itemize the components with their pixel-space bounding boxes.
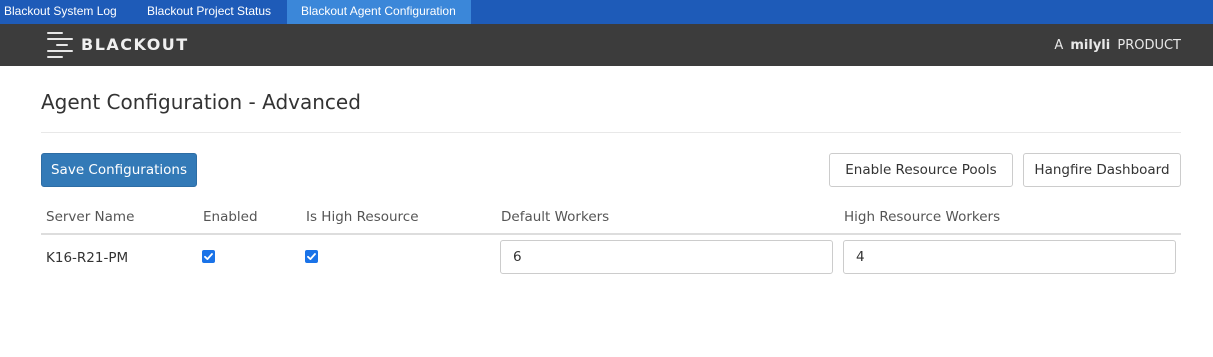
page-title: Agent Configuration - Advanced (41, 90, 361, 114)
header-enabled: Enabled (203, 209, 258, 225)
logo-text: BLACKOUT (81, 35, 189, 54)
milyli-brand-mark: milyli (1070, 38, 1111, 53)
title-divider (41, 132, 1181, 133)
product-prefix: A (1054, 38, 1068, 53)
checkmark-icon (307, 253, 316, 260)
header-is-high-resource: Is High Resource (306, 209, 419, 225)
tab-system-log[interactable]: Blackout System Log (0, 0, 133, 24)
table-header-divider (41, 233, 1181, 235)
high-resource-workers-input[interactable]: 4 (843, 240, 1176, 274)
tab-agent-configuration[interactable]: Blackout Agent Configuration (287, 0, 471, 24)
default-workers-input[interactable]: 6 (500, 240, 833, 274)
save-configurations-button[interactable]: Save Configurations (41, 153, 197, 187)
header-default-workers: Default Workers (501, 209, 610, 225)
tab-bar: Blackout System Log Blackout Project Sta… (0, 0, 1213, 24)
is-high-resource-checkbox[interactable] (305, 250, 318, 263)
blackout-logo-icon (47, 30, 73, 60)
checkmark-icon (204, 253, 213, 260)
server-name-cell: K16-R21-PM (46, 250, 129, 266)
tab-project-status[interactable]: Blackout Project Status (133, 0, 287, 24)
brand-header: BLACKOUT A milyli PRODUCT (0, 24, 1213, 66)
header-high-resource-workers: High Resource Workers (844, 209, 1001, 225)
product-credit: A milyli PRODUCT (1054, 38, 1181, 53)
enable-resource-pools-button[interactable]: Enable Resource Pools (829, 153, 1013, 187)
enabled-checkbox[interactable] (202, 250, 215, 263)
product-suffix: PRODUCT (1113, 38, 1181, 53)
header-server-name: Server Name (46, 209, 135, 225)
hangfire-dashboard-button[interactable]: Hangfire Dashboard (1023, 153, 1181, 187)
